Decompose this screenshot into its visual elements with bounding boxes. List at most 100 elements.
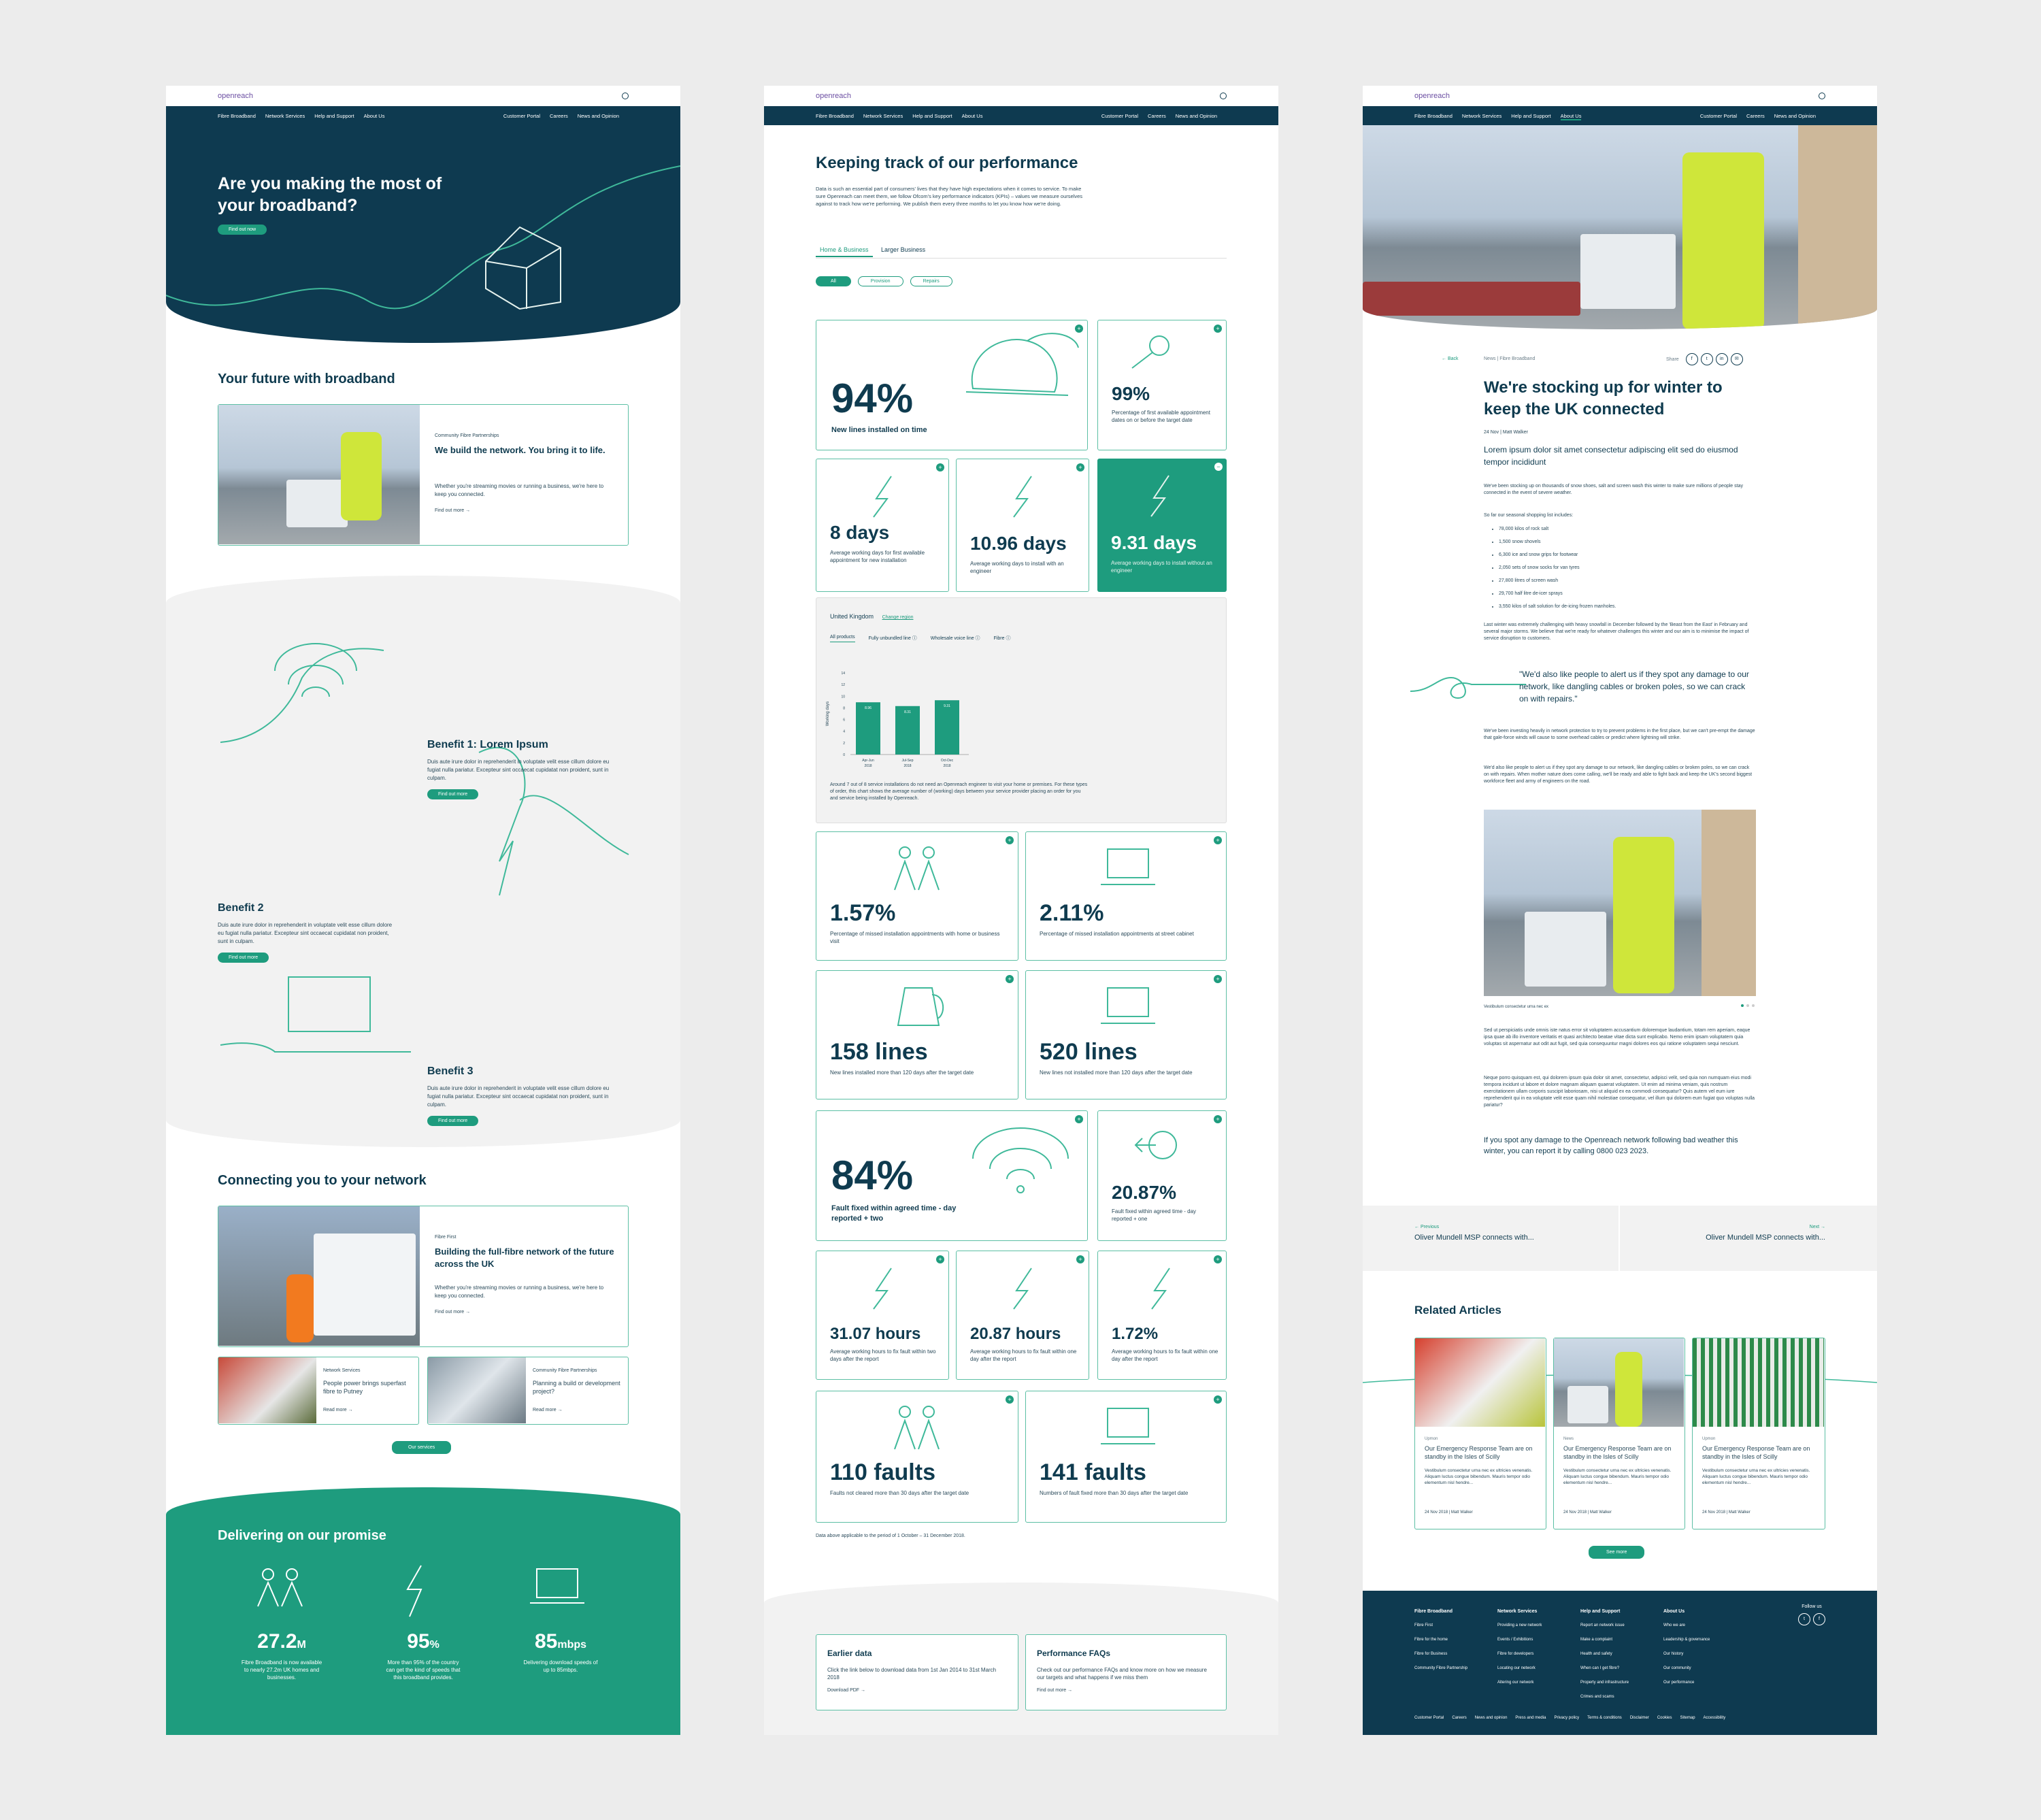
footer-bottom-link[interactable]: Privacy policy bbox=[1554, 1716, 1579, 1720]
related-card-1[interactable]: Upmon Our Emergency Response Team are on… bbox=[1414, 1338, 1546, 1529]
tab-home-business[interactable]: Home & Business bbox=[816, 244, 873, 257]
nav-news[interactable]: News and Opinion bbox=[1774, 113, 1816, 119]
related-card-3[interactable]: Upmon Our Emergency Response Team are on… bbox=[1692, 1338, 1825, 1529]
nav-network-services[interactable]: Network Services bbox=[863, 113, 903, 119]
connect-link[interactable]: Find out more → bbox=[435, 1308, 470, 1317]
nav-help-support[interactable]: Help and Support bbox=[314, 113, 354, 119]
kpi-card-on-time[interactable]: + 94% New lines installed on time bbox=[816, 320, 1088, 450]
small-card-1-link[interactable]: Read more → bbox=[323, 1406, 353, 1414]
expand-icon[interactable]: + bbox=[1006, 1395, 1014, 1404]
footer-bottom-link[interactable]: Accessibility bbox=[1704, 1716, 1726, 1720]
footer-link[interactable]: Providing a new network bbox=[1497, 1619, 1542, 1633]
kpi-card-8-days[interactable]: + 8 days Average working days for first … bbox=[816, 459, 949, 592]
filter-all[interactable]: All bbox=[816, 276, 851, 286]
footer-link[interactable]: Health and safety bbox=[1580, 1647, 1629, 1661]
nav-customer-portal[interactable]: Customer Portal bbox=[1700, 113, 1737, 119]
feature-card[interactable]: Community Fibre Partnerships We build th… bbox=[218, 404, 629, 546]
nav-network-services[interactable]: Network Services bbox=[1462, 113, 1501, 119]
footer-bottom-link[interactable]: Cookies bbox=[1657, 1716, 1672, 1720]
logo[interactable]: openreach bbox=[816, 92, 851, 100]
chart-tab-wholesale[interactable]: Wholesale voice line ⓘ bbox=[931, 635, 980, 642]
expand-icon[interactable]: + bbox=[1214, 1255, 1222, 1263]
search-icon[interactable] bbox=[1220, 93, 1227, 99]
facebook-icon[interactable]: f bbox=[1685, 353, 1698, 365]
expand-icon[interactable]: + bbox=[1214, 325, 1222, 333]
footer-link[interactable]: Make a complaint bbox=[1580, 1633, 1629, 1647]
kpi-card-1-72[interactable]: + 1.72% Average working hours to fix fau… bbox=[1097, 1251, 1227, 1380]
expand-icon[interactable]: + bbox=[1214, 1115, 1222, 1123]
next-article[interactable]: Next → Oliver Mundell MSP connects with.… bbox=[1620, 1206, 1877, 1271]
footer-bottom-link[interactable]: Terms & conditions bbox=[1587, 1716, 1622, 1720]
benefit-3-button[interactable]: Find out more bbox=[427, 1116, 479, 1126]
search-icon[interactable] bbox=[1819, 93, 1825, 99]
nav-careers[interactable]: Careers bbox=[1746, 113, 1765, 119]
kpi-card-10-96-days[interactable]: + 10.96 days Average working days to ins… bbox=[956, 459, 1089, 592]
nav-network-services[interactable]: Network Services bbox=[265, 113, 305, 119]
nav-fibre-broadband[interactable]: Fibre Broadband bbox=[218, 113, 256, 119]
footer-bottom-link[interactable]: Careers bbox=[1452, 1716, 1466, 1720]
nav-customer-portal[interactable]: Customer Portal bbox=[1101, 113, 1138, 119]
nav-customer-portal[interactable]: Customer Portal bbox=[503, 113, 540, 119]
logo[interactable]: openreach bbox=[218, 92, 253, 100]
expand-icon[interactable]: + bbox=[1076, 1255, 1084, 1263]
hero-find-out-button[interactable]: Find out now bbox=[218, 225, 267, 235]
kpi-card-first-appointment[interactable]: + 99% Percentage of first available appo… bbox=[1097, 320, 1227, 450]
expand-icon[interactable]: + bbox=[1076, 463, 1084, 471]
earlier-data-card[interactable]: Earlier data Click the link below to dow… bbox=[816, 1634, 1018, 1710]
search-icon[interactable] bbox=[622, 93, 629, 99]
expand-icon[interactable]: + bbox=[1006, 975, 1014, 983]
feature-link[interactable]: Find out more → bbox=[435, 507, 470, 515]
footer-link[interactable]: Fibre for Business bbox=[1414, 1647, 1467, 1661]
footer-bottom-link[interactable]: Disclaimer bbox=[1630, 1716, 1649, 1720]
faqs-link[interactable]: Find out more → bbox=[1037, 1687, 1215, 1695]
footer-link[interactable]: Who we are bbox=[1663, 1619, 1710, 1633]
kpi-card-141-faults[interactable]: + 141 faults Numbers of fault fixed more… bbox=[1025, 1391, 1227, 1523]
facebook-icon[interactable]: f bbox=[1813, 1613, 1825, 1625]
footer-bottom-link[interactable]: News and opinion bbox=[1475, 1716, 1508, 1720]
expand-icon[interactable]: + bbox=[1214, 975, 1222, 983]
change-region-link[interactable]: Change region bbox=[882, 615, 914, 620]
footer-link[interactable]: Events / Exhibitions bbox=[1497, 1633, 1542, 1647]
footer-link[interactable]: Leadership & governance bbox=[1663, 1633, 1710, 1647]
expand-icon[interactable]: + bbox=[1214, 1395, 1222, 1404]
twitter-icon[interactable]: t bbox=[1798, 1613, 1810, 1625]
chart-tab-fibre[interactable]: Fibre ⓘ bbox=[994, 635, 1011, 642]
footer-link[interactable]: Community Fibre Partnership bbox=[1414, 1661, 1467, 1676]
kpi-card-158-lines[interactable]: + 158 lines New lines installed more tha… bbox=[816, 970, 1018, 1099]
nav-news[interactable]: News and Opinion bbox=[578, 113, 619, 119]
footer-link[interactable]: Our performance bbox=[1663, 1676, 1710, 1690]
footer-link[interactable]: Property and infrastructure bbox=[1580, 1676, 1629, 1690]
small-card-2-link[interactable]: Read more → bbox=[533, 1406, 563, 1414]
kpi-card-84[interactable]: + 84% Fault fixed within agreed time - d… bbox=[816, 1110, 1088, 1241]
footer-link[interactable]: Report an network issue bbox=[1580, 1619, 1629, 1633]
see-more-button[interactable]: See more bbox=[1589, 1546, 1645, 1559]
expand-icon[interactable]: + bbox=[1214, 836, 1222, 844]
footer-link[interactable]: Our history bbox=[1663, 1647, 1710, 1661]
kpi-card-520-lines[interactable]: + 520 lines New lines not installed more… bbox=[1025, 970, 1227, 1099]
connect-card[interactable]: Fibre First Building the full-fibre netw… bbox=[218, 1206, 629, 1347]
nav-help-support[interactable]: Help and Support bbox=[1511, 113, 1550, 119]
nav-fibre-broadband[interactable]: Fibre Broadband bbox=[1414, 113, 1453, 119]
kpi-card-20-87[interactable]: + 20.87% Fault fixed within agreed time … bbox=[1097, 1110, 1227, 1241]
kpi-card-20-87-hours[interactable]: + 20.87 hours Average working hours to f… bbox=[956, 1251, 1089, 1380]
linkedin-icon[interactable]: in bbox=[1715, 353, 1728, 365]
nav-news[interactable]: News and Opinion bbox=[1176, 113, 1217, 119]
footer-link[interactable]: Altering our network bbox=[1497, 1676, 1542, 1690]
footer-link[interactable]: Our community bbox=[1663, 1661, 1710, 1676]
carousel-dots[interactable] bbox=[1741, 1004, 1755, 1007]
tab-larger-business[interactable]: Larger Business bbox=[874, 244, 932, 256]
expand-icon[interactable]: + bbox=[936, 1255, 944, 1263]
kpi-card-31-07-hours[interactable]: + 31.07 hours Average working hours to f… bbox=[816, 1251, 949, 1380]
footer-link[interactable]: Fibre for developers bbox=[1497, 1647, 1542, 1661]
small-card-1[interactable]: Network Services People power brings sup… bbox=[218, 1357, 419, 1425]
back-link[interactable]: ← Back bbox=[1442, 357, 1459, 361]
related-card-2[interactable]: News Our Emergency Response Team are on … bbox=[1553, 1338, 1685, 1529]
nav-help-support[interactable]: Help and Support bbox=[912, 113, 952, 119]
expand-icon[interactable]: + bbox=[1006, 836, 1014, 844]
footer-bottom-link[interactable]: Customer Portal bbox=[1414, 1716, 1444, 1720]
kpi-card-110-faults[interactable]: + 110 faults Faults not cleared more tha… bbox=[816, 1391, 1018, 1523]
footer-bottom-link[interactable]: Press and media bbox=[1515, 1716, 1546, 1720]
email-icon[interactable]: ✉ bbox=[1730, 353, 1743, 365]
filter-repairs[interactable]: Repairs bbox=[910, 276, 952, 286]
kpi-card-9-31-days[interactable]: − 9.31 days Average working days to inst… bbox=[1097, 459, 1227, 592]
